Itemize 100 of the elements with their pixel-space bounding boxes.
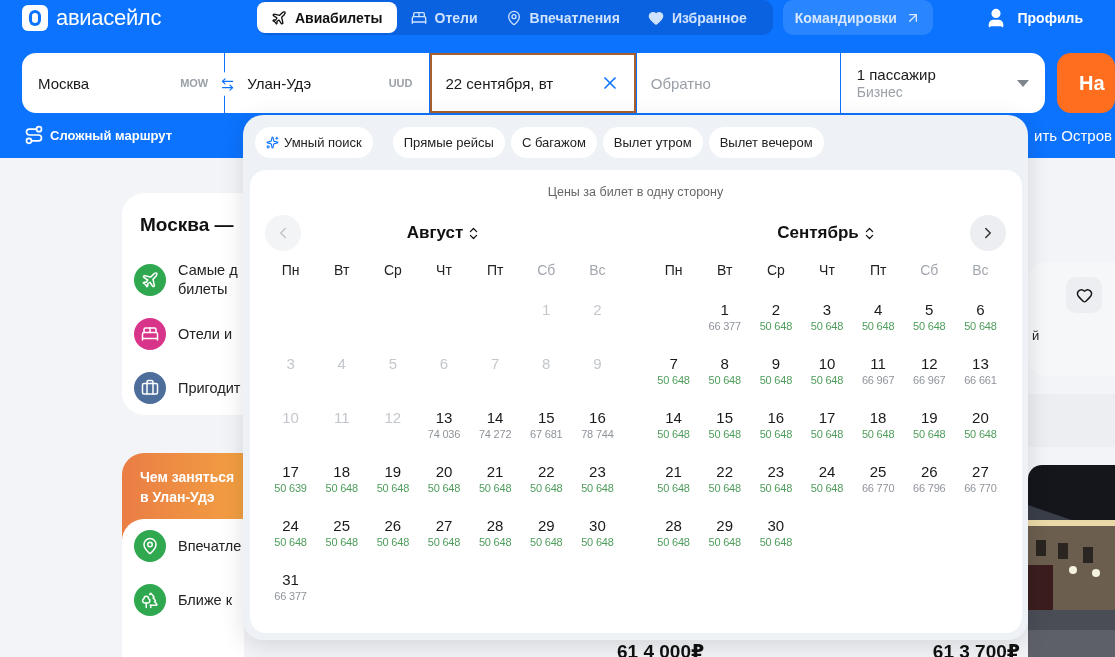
passengers-field[interactable]: 1 пассажир Бизнес: [840, 53, 1045, 113]
calendar-day[interactable]: 21 50 648: [648, 456, 700, 510]
origin-field[interactable]: Москва MOW: [22, 53, 225, 113]
pin-icon: [505, 9, 522, 26]
weekday-label: Вс: [588, 261, 607, 280]
weekday-label: Вт: [333, 261, 351, 280]
weekday-label: Пн: [663, 261, 684, 280]
month-title[interactable]: Сентябрь: [777, 223, 877, 243]
weekday-label: Ср: [765, 261, 786, 280]
calendar-day[interactable]: 22 50 648: [699, 456, 751, 510]
nav-tab[interactable]: Авиабилеты: [257, 2, 397, 33]
filter-chip[interactable]: Умный поиск: [255, 127, 373, 158]
calendar-day[interactable]: 6 50 648: [954, 294, 1006, 348]
calendar-day[interactable]: 14 50 648: [648, 402, 700, 456]
calendar-day[interactable]: 31 66 377: [265, 564, 317, 618]
calendar-day[interactable]: 8 50 648: [699, 348, 751, 402]
calendar-day[interactable]: 19 50 648: [367, 456, 419, 510]
card-link[interactable]: Отели и: [178, 324, 233, 344]
calendar-caption: Цены за билет в одну сторону: [546, 184, 725, 201]
logo-icon: [22, 4, 48, 31]
bed-icon: [410, 9, 427, 26]
calendar-day[interactable]: 23 50 648: [571, 456, 623, 510]
weekday-label: Пт: [868, 261, 888, 280]
card-title: Чем заняться в Улан-Удэ: [139, 468, 236, 508]
favorite-button[interactable]: [1066, 277, 1102, 313]
calendar-day[interactable]: 13 74 036: [418, 402, 470, 456]
calendar-day[interactable]: 4 50 648: [852, 294, 904, 348]
calendar-day[interactable]: 25 66 770: [852, 456, 904, 510]
calendar-day[interactable]: 11 66 967: [852, 348, 904, 402]
plane-icon: [134, 264, 166, 296]
calendar-day[interactable]: 24 50 648: [801, 456, 853, 510]
heart-icon: [647, 9, 664, 26]
calendar-day[interactable]: 7 50 648: [648, 348, 700, 402]
calendar-day[interactable]: 29 50 648: [699, 510, 751, 564]
calendar-day[interactable]: 9 50 648: [750, 348, 802, 402]
calendar-day[interactable]: 5 50 648: [903, 294, 955, 348]
calendar-day[interactable]: 26 50 648: [367, 510, 419, 564]
calendar-day[interactable]: 3 50 648: [801, 294, 853, 348]
complex-route-link[interactable]: Сложный маршрут: [24, 125, 172, 145]
calendar-day[interactable]: 16 78 744: [571, 402, 623, 456]
card-link[interactable]: Ближе к: [178, 590, 233, 610]
departure-date-field[interactable]: 22 сентября, вт: [429, 53, 636, 113]
calendar-day[interactable]: 19 50 648: [903, 402, 955, 456]
filter-chip[interactable]: Вылет утром: [602, 127, 703, 158]
weekday-label: Пт: [485, 261, 505, 280]
month-title[interactable]: Август: [406, 223, 482, 243]
profile-link[interactable]: Профиль: [985, 6, 1083, 29]
calendar-day[interactable]: 10 50 648: [801, 348, 853, 402]
card-link[interactable]: Впечатле: [178, 536, 242, 556]
calendar-day[interactable]: 20 50 648: [418, 456, 470, 510]
calendar-day[interactable]: 16 50 648: [750, 402, 802, 456]
weekday-label: Чт: [818, 261, 836, 280]
card-title: Москва —: [140, 213, 235, 237]
nav-tab[interactable]: Избранное: [633, 2, 761, 33]
calendar-day[interactable]: 17 50 648: [801, 402, 853, 456]
swap-icon: [219, 76, 235, 92]
route-icon: [24, 125, 44, 145]
calendar-day[interactable]: 30 50 648: [571, 510, 623, 564]
calendar-day[interactable]: 18 50 648: [852, 402, 904, 456]
return-date-field[interactable]: Обратно: [636, 53, 840, 113]
suitcase-icon: [134, 372, 166, 404]
weekday-label: Чт: [435, 261, 453, 280]
calendar-day[interactable]: 12 66 967: [903, 348, 955, 402]
calendar-day[interactable]: 27 50 648: [418, 510, 470, 564]
calendar-day[interactable]: 27 66 770: [954, 456, 1006, 510]
nav-tab[interactable]: Впечатления: [491, 2, 634, 33]
filter-chip[interactable]: С багажом: [510, 127, 597, 158]
calendar-day[interactable]: 18 50 648: [316, 456, 368, 510]
weekday-label: Ср: [382, 261, 403, 280]
calendar-day[interactable]: 29 50 648: [520, 510, 572, 564]
calendar-day[interactable]: 28 50 648: [469, 510, 521, 564]
calendar-day[interactable]: 26 66 796: [903, 456, 955, 510]
caret-icon: [1017, 79, 1029, 87]
calendar-day[interactable]: 24 50 648: [265, 510, 317, 564]
filter-chip[interactable]: Прямые рейсы: [392, 127, 505, 158]
card-link[interactable]: Самые д билеты: [178, 261, 238, 299]
nav-tab[interactable]: Отели: [396, 2, 492, 33]
card-link[interactable]: Пригодит: [178, 378, 241, 398]
calendar-day[interactable]: 30 50 648: [750, 510, 802, 564]
heart-icon: [1075, 286, 1093, 304]
pin-icon: [134, 530, 166, 563]
calendar-day[interactable]: 21 50 648: [469, 456, 521, 510]
calendar-day[interactable]: 1 66 377: [699, 294, 751, 348]
weekday-label: Пн: [280, 261, 301, 280]
calendar-day[interactable]: 15 50 648: [699, 402, 751, 456]
calendar-day[interactable]: 15 67 681: [520, 402, 572, 456]
calendar-day[interactable]: 20 50 648: [954, 402, 1006, 456]
calendar-day[interactable]: 14 74 272: [469, 402, 521, 456]
calendar-day[interactable]: 28 50 648: [648, 510, 700, 564]
side-link[interactable]: ить Остров: [1034, 126, 1112, 144]
calendar-day[interactable]: 23 50 648: [750, 456, 802, 510]
destination-field[interactable]: Улан-Удэ UUD: [225, 53, 429, 113]
calendar-day[interactable]: 2 50 648: [750, 294, 802, 348]
calendar-day[interactable]: 25 50 648: [316, 510, 368, 564]
calendar-day[interactable]: 22 50 648: [520, 456, 572, 510]
calendar-day[interactable]: 13 66 661: [954, 348, 1006, 402]
calendar-day[interactable]: 17 50 639: [265, 456, 317, 510]
filter-chip[interactable]: Вылет вечером: [708, 127, 824, 158]
weekday-label: Вс: [971, 261, 990, 280]
weekday-label: Вт: [716, 261, 734, 280]
